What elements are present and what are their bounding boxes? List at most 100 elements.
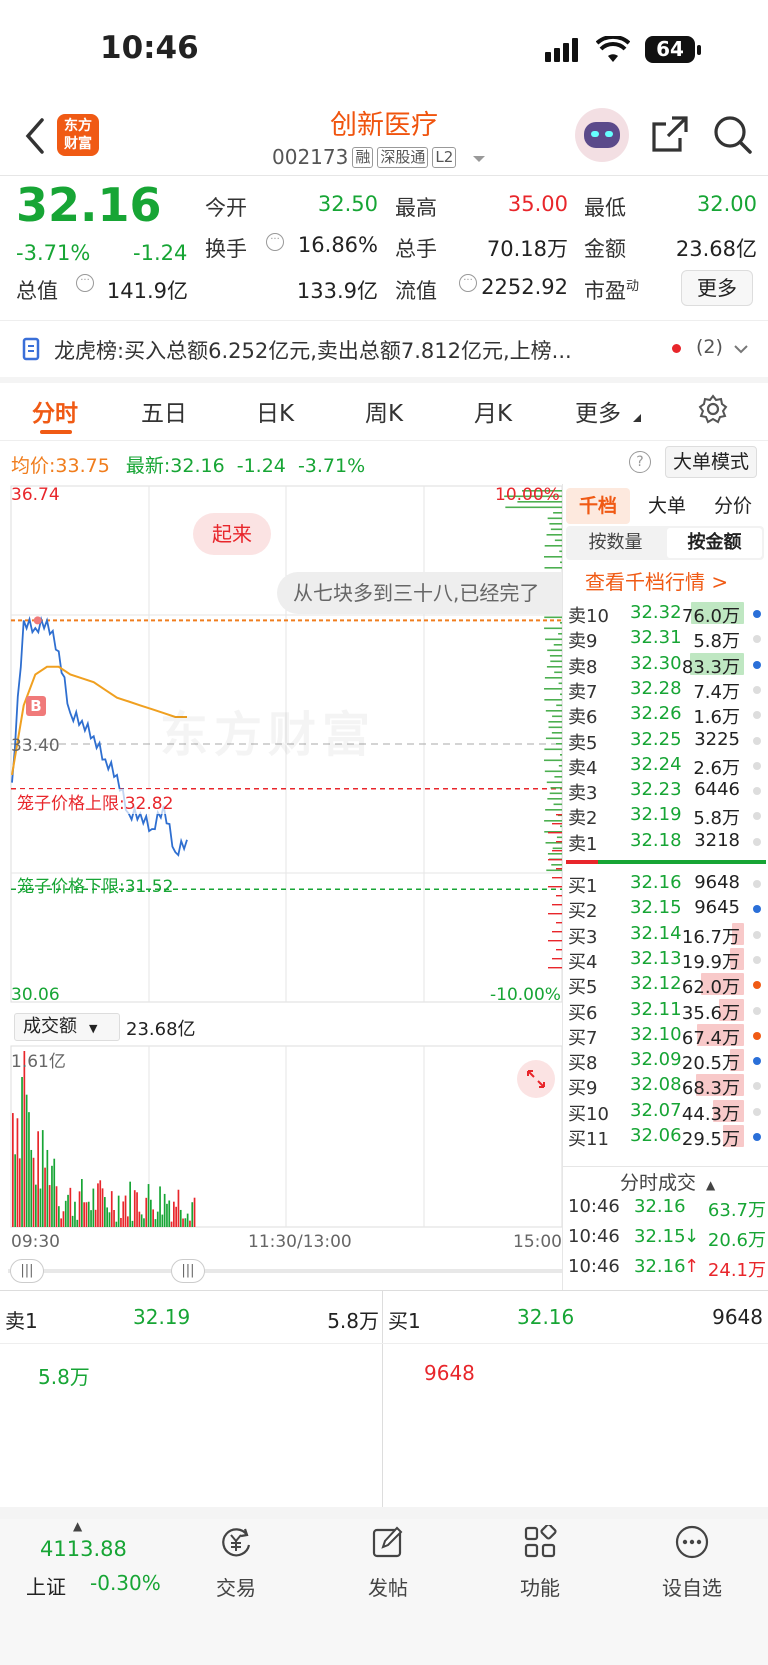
info-icon[interactable]: ··· bbox=[266, 233, 284, 251]
more-button[interactable]: 更多 bbox=[681, 270, 753, 306]
bid-row[interactable]: 买4 32.13 19.9万 bbox=[566, 946, 766, 973]
ask-row[interactable]: 卖6 32.26 1.6万 bbox=[566, 701, 766, 728]
tag-margin: 融 bbox=[352, 147, 374, 168]
share-icon[interactable] bbox=[650, 114, 690, 154]
volume-bar bbox=[159, 1186, 161, 1227]
volume-bar bbox=[152, 1209, 154, 1227]
flow-bar bbox=[548, 726, 562, 729]
bid-row[interactable]: 买6 32.11 35.6万 bbox=[566, 997, 766, 1024]
ask-row[interactable]: 卖8 32.30 83.3万 bbox=[566, 651, 766, 678]
ask-row[interactable]: 卖9 32.31 5.8万 bbox=[566, 625, 766, 652]
volume-bar bbox=[168, 1200, 171, 1227]
bid-row[interactable]: 买2 32.15 9645 bbox=[566, 895, 766, 922]
volume-bar bbox=[69, 1187, 72, 1227]
tab-depth[interactable]: 千档 bbox=[566, 488, 630, 524]
notice-label: 龙虎榜: bbox=[54, 339, 125, 363]
nav-trade[interactable]: 交易 bbox=[176, 1525, 296, 1601]
range-handle-right[interactable]: ||| bbox=[171, 1259, 205, 1283]
tab-price-dist[interactable]: 分价 bbox=[701, 488, 765, 524]
settings-gear-icon[interactable] bbox=[698, 394, 728, 424]
volume-bar bbox=[18, 1158, 21, 1227]
subtab-by-amount[interactable]: 按金额 bbox=[667, 528, 762, 558]
bid-row[interactable]: 买5 32.12 62.0万 bbox=[566, 971, 766, 998]
volume-bar bbox=[101, 1188, 104, 1227]
volume-select[interactable]: 成交额 ▼ bbox=[14, 1013, 120, 1041]
ask-row[interactable]: 卖2 32.19 5.8万 bbox=[566, 802, 766, 829]
volume-bar bbox=[182, 1218, 184, 1227]
comment-danmaku[interactable]: 从七块多到三十八,已经完了 bbox=[277, 572, 562, 614]
ask-row[interactable]: 卖4 32.24 2.6万 bbox=[566, 752, 766, 779]
info-icon[interactable]: ··· bbox=[459, 274, 477, 292]
volume-bar bbox=[16, 1118, 19, 1227]
depth-link[interactable]: 查看千档行情 > bbox=[585, 566, 728, 595]
index-widget[interactable]: ▲ 4113.88 上证 -0.30% bbox=[0, 1519, 161, 1609]
tab-big-order[interactable]: 大单 bbox=[635, 488, 699, 524]
volume-bar bbox=[14, 1154, 16, 1227]
nav-functions[interactable]: 功能 bbox=[480, 1523, 600, 1601]
ask-row[interactable]: 卖3 32.23 6446 bbox=[566, 777, 766, 804]
volume-bar bbox=[173, 1201, 175, 1227]
buy-marker[interactable]: B bbox=[26, 696, 46, 716]
tab-monthly-k[interactable]: 月K bbox=[443, 394, 543, 428]
help-icon[interactable]: ? bbox=[629, 451, 651, 473]
quote-label-5: 金额 bbox=[584, 237, 626, 261]
bid-row[interactable]: 买1 32.16 9648 bbox=[566, 870, 766, 897]
notice-bar[interactable]: 龙虎榜:买入总额6.252亿元,卖出总额7.812亿元,上榜... (2) bbox=[0, 321, 768, 377]
ask-row[interactable]: 卖1 32.18 3218 bbox=[566, 828, 766, 855]
ask-row[interactable]: 卖5 32.25 3225 bbox=[566, 727, 766, 754]
back-icon[interactable] bbox=[24, 116, 46, 156]
quote-value-7: 133.9亿 bbox=[296, 279, 378, 303]
volume-bar bbox=[108, 1212, 111, 1227]
bottom-ask-label: 卖1 bbox=[5, 1309, 38, 1333]
ask-row[interactable]: 卖7 32.28 7.4万 bbox=[566, 676, 766, 703]
robot-avatar[interactable] bbox=[575, 108, 629, 162]
tab-daily-k[interactable]: 日K bbox=[225, 394, 325, 428]
flow-bar bbox=[544, 556, 562, 558]
tab-more[interactable]: 更多 bbox=[548, 394, 648, 428]
tab-weekly-k[interactable]: 周K bbox=[334, 394, 434, 428]
expand-icon[interactable] bbox=[517, 1060, 555, 1098]
comment-bubble[interactable]: 起来 bbox=[193, 513, 271, 555]
tab-five-day[interactable]: 五日 bbox=[114, 394, 214, 428]
quote-label-6: 总值 bbox=[16, 279, 58, 303]
stock-name: 创新医疗 bbox=[330, 110, 438, 141]
tab-intraday[interactable]: 分时 bbox=[5, 394, 105, 428]
notice-count: (2) bbox=[696, 336, 723, 358]
subtab-by-qty[interactable]: 按数量 bbox=[566, 526, 665, 560]
flow-bar bbox=[546, 666, 562, 668]
watermark: 东方财富 bbox=[160, 695, 376, 765]
volume-bar bbox=[76, 1219, 79, 1227]
tick-title[interactable]: 分时成交 ▲ bbox=[620, 1168, 715, 1195]
bid-row[interactable]: 买11 32.06 29.5万 bbox=[566, 1123, 766, 1150]
flow-bar bbox=[547, 853, 562, 855]
range-scrollbar[interactable] bbox=[8, 1269, 562, 1273]
volume-bar bbox=[193, 1197, 196, 1227]
bid-row[interactable]: 买9 32.08 68.3万 bbox=[566, 1072, 766, 1099]
volume-bar bbox=[83, 1202, 85, 1227]
bid-row[interactable]: 买7 32.10 67.4万 bbox=[566, 1022, 766, 1049]
flow-bar bbox=[554, 539, 562, 542]
volume-bar bbox=[48, 1185, 51, 1227]
bid-row[interactable]: 买10 32.07 44.3万 bbox=[566, 1098, 766, 1125]
big-order-mode-button[interactable]: 大单模式 bbox=[665, 446, 757, 478]
volume-bar bbox=[51, 1165, 53, 1227]
nav-watchlist[interactable]: 设自选 bbox=[632, 1525, 752, 1601]
wifi-icon bbox=[596, 36, 630, 62]
bid-row[interactable]: 买3 32.14 16.7万 bbox=[566, 921, 766, 948]
flow-bar bbox=[548, 859, 562, 861]
stock-code-line[interactable]: 002173 融深股通 L2 bbox=[272, 145, 487, 169]
nav-post[interactable]: 发帖 bbox=[328, 1525, 448, 1601]
tick-row: 10:46 32.15 ↓ 20.6万 bbox=[568, 1226, 766, 1251]
volume-bar bbox=[163, 1193, 166, 1227]
volume-bar bbox=[154, 1219, 157, 1227]
info-icon[interactable]: ··· bbox=[76, 274, 94, 292]
volume-bar bbox=[32, 1157, 35, 1227]
range-handle-left[interactable]: ||| bbox=[10, 1259, 44, 1283]
nav-post-label: 发帖 bbox=[368, 1576, 408, 1600]
x-axis-start: 09:30 bbox=[11, 1232, 60, 1252]
volume-bar bbox=[175, 1206, 177, 1227]
search-icon[interactable] bbox=[712, 114, 754, 156]
ask-row[interactable]: 卖10 32.32 76.0万 bbox=[566, 600, 766, 627]
volume-bar bbox=[87, 1201, 90, 1227]
bid-row[interactable]: 买8 32.09 20.5万 bbox=[566, 1047, 766, 1074]
